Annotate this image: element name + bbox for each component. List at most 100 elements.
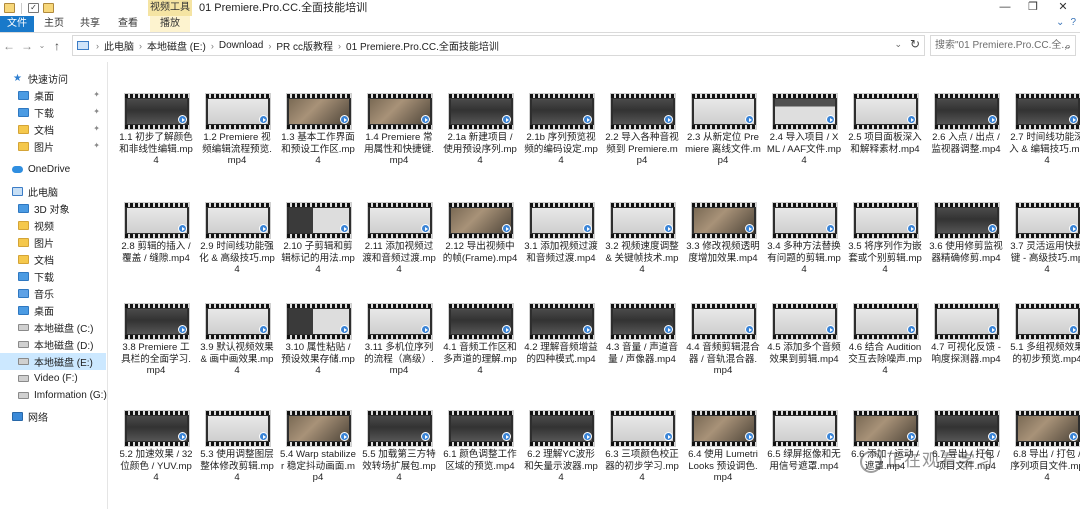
tab-share[interactable]: 共享	[76, 16, 104, 32]
nav-item[interactable]: 此电脑	[0, 183, 106, 200]
pin-icon[interactable]: ✦	[93, 141, 100, 150]
video-thumbnail	[367, 202, 433, 239]
nav-item[interactable]: 下载	[0, 268, 106, 285]
film-strip-bottom	[449, 234, 513, 238]
maximize-button[interactable]: ❐	[1018, 0, 1048, 16]
nav-item[interactable]: 桌面 ✦	[0, 87, 106, 104]
nav-item[interactable]: 文档	[0, 251, 106, 268]
video-play-badge-icon	[745, 224, 754, 233]
minimize-button[interactable]: —	[990, 0, 1020, 16]
breadcrumb-this-pc[interactable]: 此电脑	[102, 38, 136, 53]
video-play-badge-icon	[988, 432, 997, 441]
video-play-badge-icon	[583, 325, 592, 334]
pictures-folder-icon	[18, 142, 29, 151]
nav-item[interactable]: 本地磁盘 (C:)	[0, 319, 106, 336]
pin-icon[interactable]: ✦	[93, 124, 100, 133]
video-play-badge-icon	[826, 432, 835, 441]
star-icon: ★	[13, 72, 22, 84]
breadcrumb-separator-icon[interactable]: ›	[335, 41, 344, 51]
video-thumbnail	[853, 93, 919, 130]
file-name: 3.3 修改视频透明度增加效果.mp4	[686, 241, 760, 264]
nav-item-label: 视频	[34, 222, 54, 233]
nav-item[interactable]: 音乐	[0, 285, 106, 302]
film-strip-bottom	[206, 442, 270, 446]
nav-item[interactable]: 文档 ✦	[0, 121, 106, 138]
video-thumbnail	[529, 93, 595, 130]
nav-item[interactable]: 下载 ✦	[0, 104, 106, 121]
film-strip-top	[1016, 304, 1080, 308]
tab-file[interactable]: 文件	[0, 16, 34, 32]
nav-item[interactable]: Video (F:)	[0, 370, 106, 387]
file-name: 5.1 多组视频效果的初步预览.mp4	[1010, 342, 1080, 365]
videos-folder-icon	[18, 221, 29, 230]
breadcrumb-separator-icon[interactable]: ›	[136, 41, 145, 51]
film-strip-bottom	[935, 125, 999, 129]
address-dropdown-chevron-icon[interactable]: ⌄	[894, 39, 902, 50]
nav-item[interactable]: 3D 对象	[0, 200, 106, 217]
breadcrumb-download[interactable]: Download	[217, 40, 265, 51]
film-strip-bottom	[692, 234, 756, 238]
video-play-badge-icon	[745, 115, 754, 124]
nav-item[interactable]: 网络	[0, 408, 106, 425]
folder-icon[interactable]	[4, 3, 15, 13]
video-play-badge-icon	[340, 115, 349, 124]
tab-home[interactable]: 主页	[40, 16, 68, 32]
file-name: 2.10 子剪辑和剪辑标记的用法.mp4	[281, 241, 355, 275]
breadcrumb-separator-icon[interactable]: ›	[93, 41, 102, 51]
up-arrow-icon[interactable]: ↑	[48, 36, 66, 56]
tab-view[interactable]: 查看	[114, 16, 142, 32]
film-strip-bottom	[1016, 125, 1080, 129]
nav-item[interactable]: 桌面	[0, 302, 106, 319]
documents-folder-icon	[18, 255, 29, 264]
breadcrumb-drive-e[interactable]: 本地磁盘 (E:)	[145, 38, 208, 53]
film-strip-bottom	[692, 442, 756, 446]
close-button[interactable]: ✕	[1048, 0, 1078, 16]
breadcrumb-pr-cc[interactable]: PR cc版教程	[274, 38, 335, 53]
nav-item[interactable]: 本地磁盘 (D:)	[0, 336, 106, 353]
breadcrumb-separator-icon[interactable]: ›	[265, 41, 274, 51]
video-play-badge-icon	[259, 224, 268, 233]
nav-item[interactable]: 图片	[0, 234, 106, 251]
video-tools-context-tab[interactable]: 视频工具	[148, 0, 192, 16]
nav-item[interactable]: 图片 ✦	[0, 138, 106, 155]
search-input[interactable]: 搜索"01 Premiere.Pro.CC.全... ⌕	[930, 35, 1076, 56]
expand-ribbon-icon[interactable]: ⌄	[1056, 17, 1064, 28]
refresh-icon[interactable]: ↻	[910, 37, 920, 51]
address-bar[interactable]: › 此电脑 › 本地磁盘 (E:) › Download › PR cc版教程 …	[72, 35, 925, 56]
tab-play[interactable]: 播放	[150, 16, 190, 32]
pin-icon[interactable]: ✦	[93, 107, 100, 116]
file-name: 1.3 基本工作界面和预设工作区.mp4	[281, 132, 355, 166]
new-folder-icon[interactable]	[43, 3, 54, 13]
recent-locations-chevron-icon[interactable]: ⌄	[36, 36, 48, 56]
pin-icon[interactable]: ✦	[93, 90, 100, 99]
file-name: 3.6 使用修剪监视器精确修剪.mp4	[929, 241, 1003, 264]
film-strip-bottom	[449, 125, 513, 129]
breadcrumb-current-folder[interactable]: 01 Premiere.Pro.CC.全面技能培训	[344, 38, 501, 53]
nav-item[interactable]: 视频	[0, 217, 106, 234]
video-play-badge-icon	[826, 325, 835, 334]
file-name: 2.1a 新建项目 / 使用预设序列.mp4	[443, 132, 517, 166]
nav-item[interactable]: Imformation (G:)	[0, 387, 107, 404]
video-play-badge-icon	[583, 115, 592, 124]
back-arrow-icon[interactable]: ←	[0, 36, 18, 56]
video-thumbnail	[205, 410, 271, 447]
help-icon[interactable]: ?	[1070, 17, 1076, 28]
breadcrumb-separator-icon[interactable]: ›	[208, 41, 217, 51]
film-strip-bottom	[854, 335, 918, 339]
video-thumbnail	[448, 303, 514, 340]
video-play-badge-icon	[1069, 224, 1078, 233]
video-thumbnail	[448, 202, 514, 239]
nav-item[interactable]: OneDrive	[0, 161, 106, 178]
nav-item[interactable]: ★ 快速访问	[0, 70, 106, 87]
video-thumbnail	[124, 93, 190, 130]
nav-item-label: 桌面	[34, 92, 54, 103]
nav-item[interactable]: 本地磁盘 (E:)	[0, 353, 106, 370]
film-strip-top	[1016, 203, 1080, 207]
forward-arrow-icon[interactable]: →	[18, 36, 36, 56]
nav-item-label: 文档	[34, 126, 54, 137]
video-play-badge-icon	[1069, 432, 1078, 441]
properties-icon[interactable]: ✓	[28, 3, 39, 13]
nav-item-label: 3D 对象	[34, 205, 70, 216]
film-strip-bottom	[773, 442, 837, 446]
video-play-badge-icon	[664, 432, 673, 441]
